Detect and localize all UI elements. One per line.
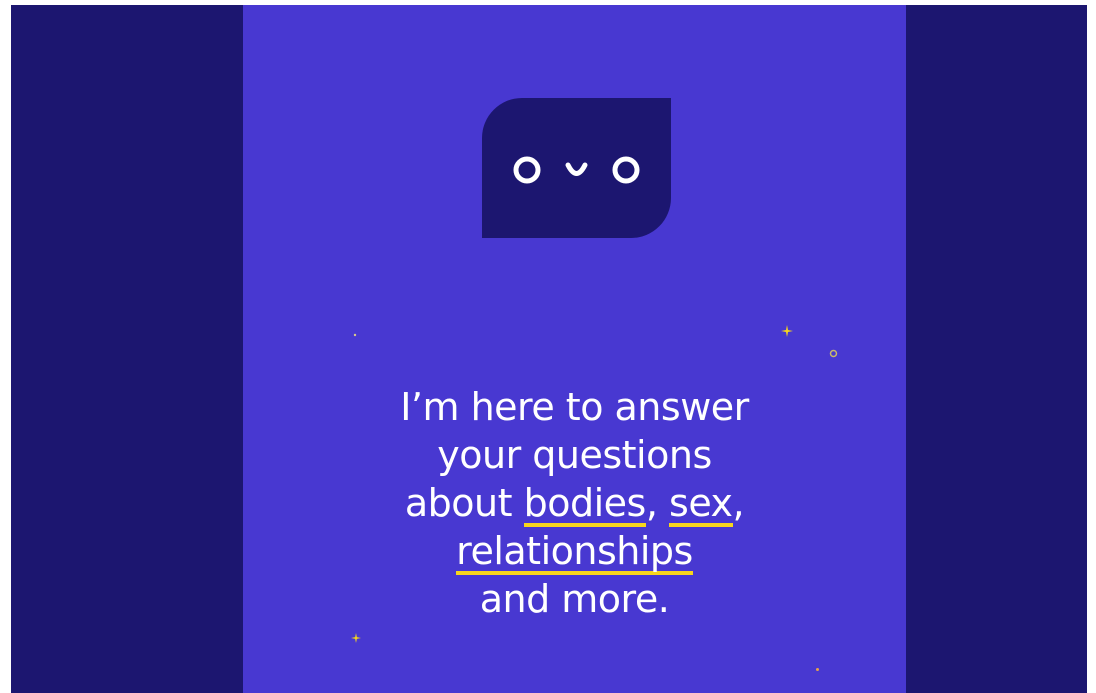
dot-sparkle-icon xyxy=(353,333,357,337)
headline-line-2: your questions xyxy=(437,433,712,477)
sparkle-icon xyxy=(781,325,793,337)
topic-link-sex[interactable]: sex xyxy=(669,484,733,527)
welcome-panel: I’m here to answer your questions about … xyxy=(243,5,906,693)
app-frame: I’m here to answer your questions about … xyxy=(11,5,1087,693)
smiling-face-icon xyxy=(513,156,640,184)
comma-separator: , xyxy=(645,481,670,525)
headline-line-1: I’m here to answer xyxy=(400,385,749,429)
headline-line-5: and more. xyxy=(479,577,670,621)
headline-line-4: relationships xyxy=(243,527,906,575)
headline-about-text: about xyxy=(404,481,524,525)
comma-separator: , xyxy=(732,481,745,525)
ring-sparkle-icon xyxy=(829,349,838,358)
topic-link-bodies[interactable]: bodies xyxy=(523,484,646,527)
mascot-speech-bubble xyxy=(482,98,671,238)
topic-link-relationships[interactable]: relationships xyxy=(456,532,693,575)
headline-line-3: about bodies, sex, xyxy=(243,479,906,527)
sparkle-icon xyxy=(351,633,361,643)
welcome-headline: I’m here to answer your questions about … xyxy=(243,383,906,623)
dot-sparkle-icon xyxy=(816,668,819,671)
